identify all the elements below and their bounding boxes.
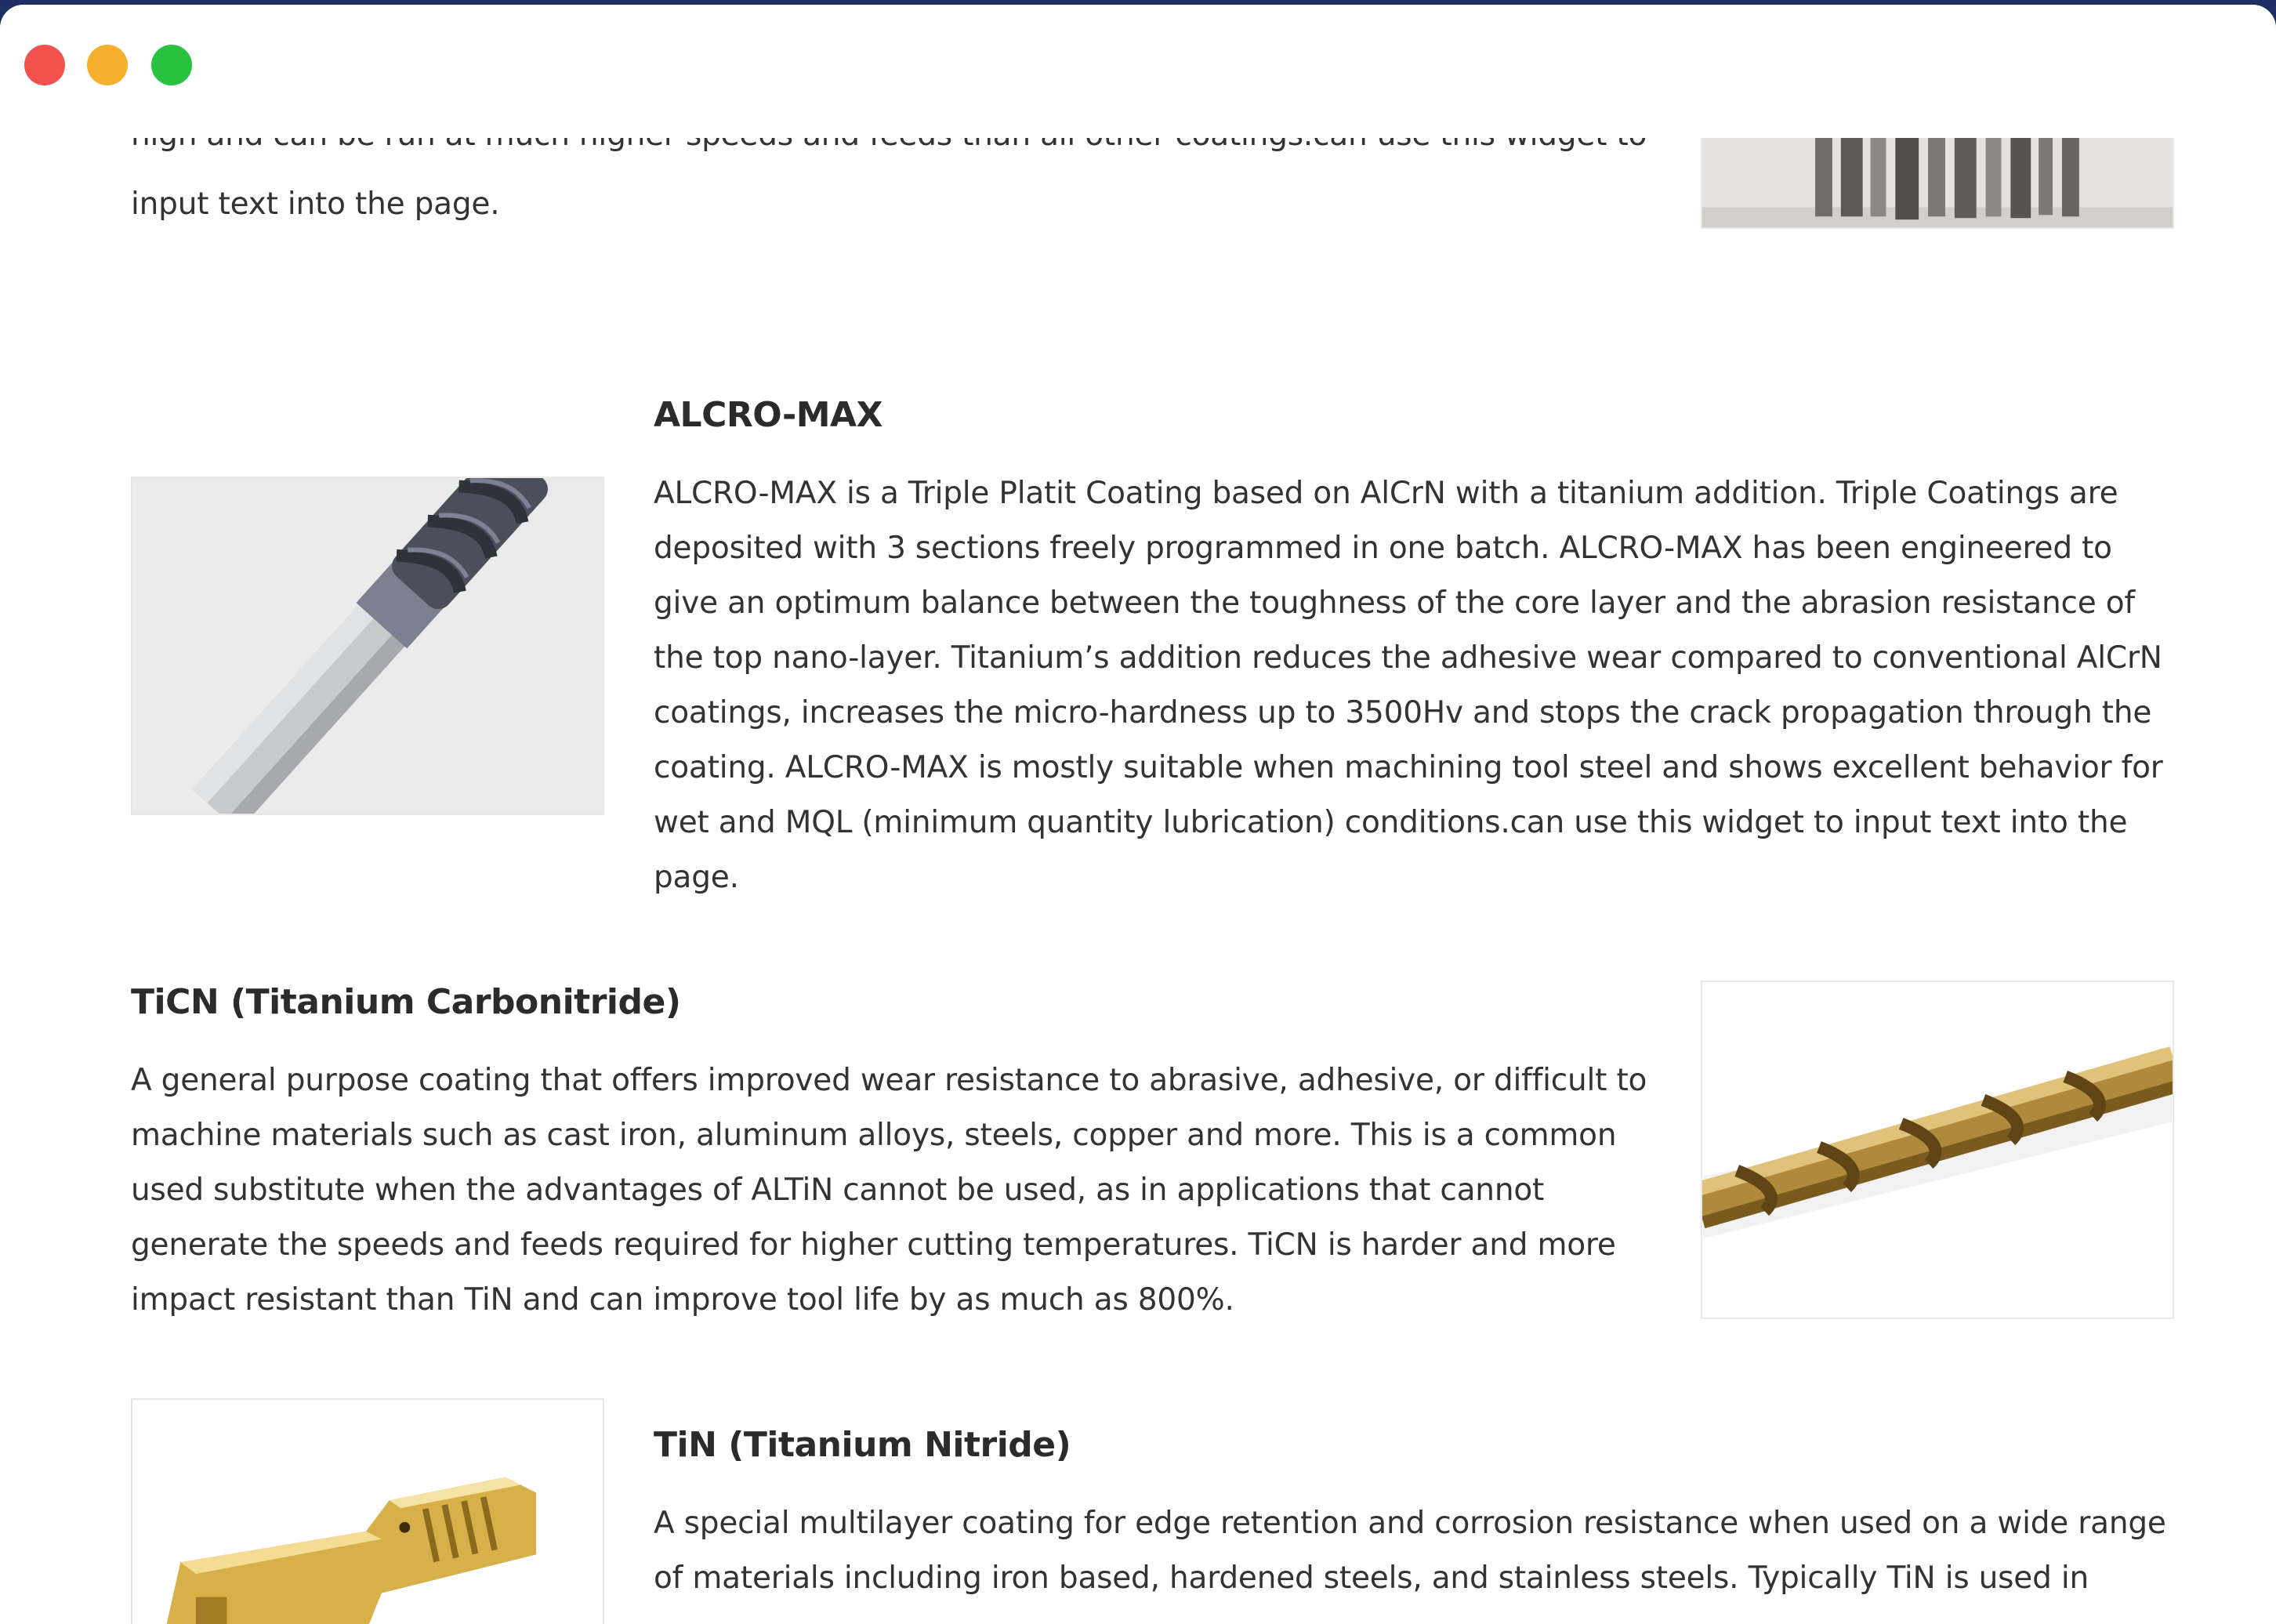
close-window-button[interactable] [24, 45, 65, 85]
browser-window: high and can be run at much higher speed… [0, 5, 2276, 1624]
alcro-max-end-mill-image [131, 477, 604, 815]
alcro-max-title: ALCRO-MAX [654, 395, 883, 435]
ticn-title: TiCN (Titanium Carbonitride) [131, 982, 681, 1022]
tin-title: TiN (Titanium Nitride) [654, 1425, 1071, 1465]
zoom-window-button[interactable] [151, 45, 192, 85]
minimize-window-button[interactable] [87, 45, 128, 85]
window-titlebar [0, 5, 2276, 138]
page-content: high and can be run at much higher speed… [0, 5, 2276, 1624]
alcro-max-body: ALCRO-MAX is a Triple Platit Coating bas… [654, 476, 2163, 895]
ticn-drill-bit-image [1701, 981, 2174, 1319]
tin-slide-part-image [131, 1398, 604, 1624]
tin-body: A special multilayer coating for edge re… [654, 1506, 2166, 1596]
end-mills-image [1701, 130, 2174, 229]
ticn-body: A general purpose coating that offers im… [131, 1063, 1647, 1318]
top-section-last-line: input text into the page. [131, 187, 500, 222]
